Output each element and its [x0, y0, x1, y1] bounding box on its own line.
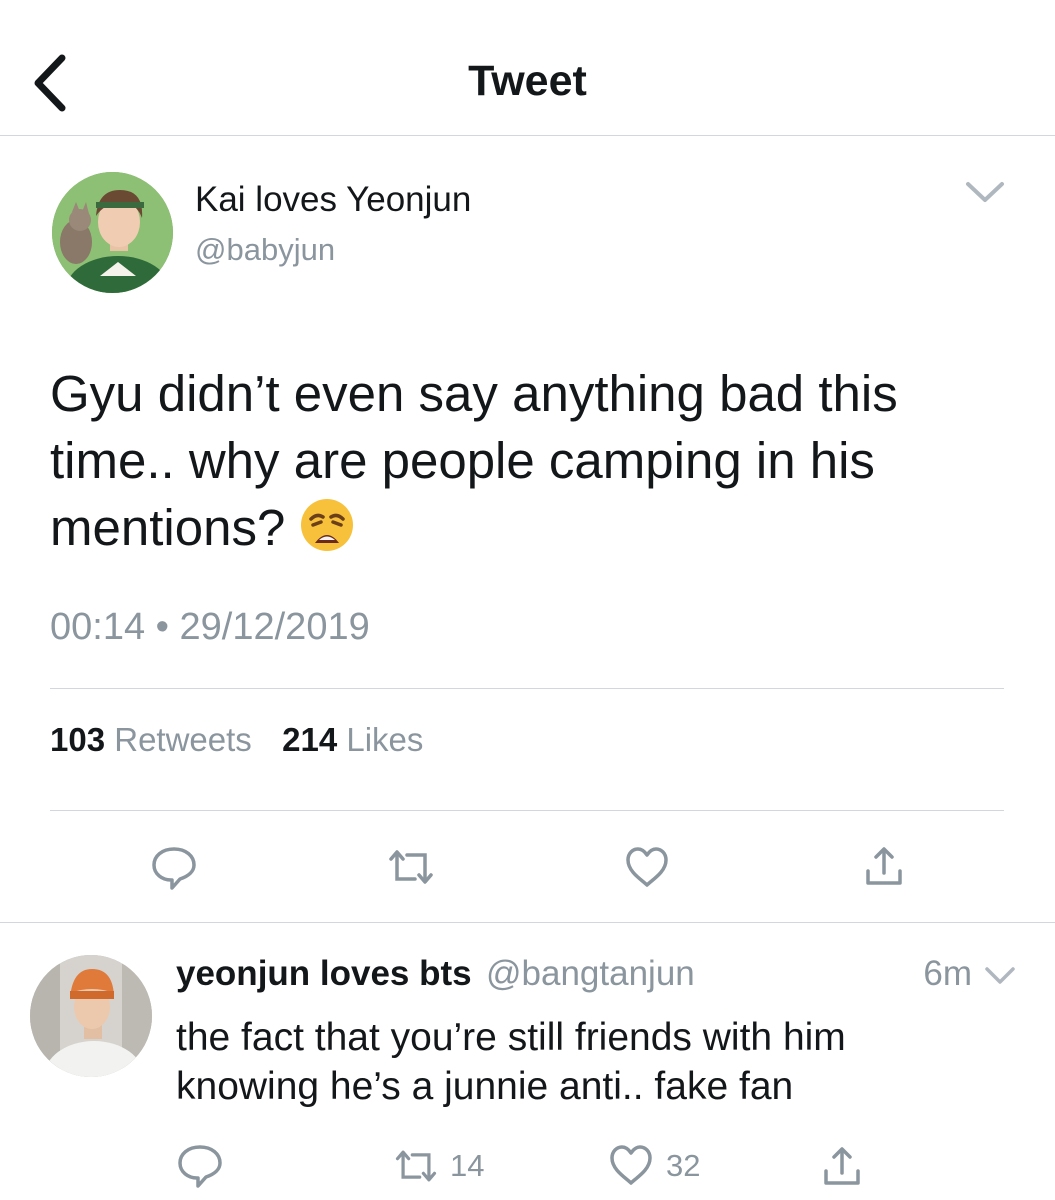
reply-like-button[interactable]	[608, 1143, 654, 1187]
likes-stat[interactable]: 214 Likes	[282, 721, 423, 758]
share-icon	[824, 1147, 860, 1185]
author-avatar[interactable]	[52, 172, 173, 293]
tweet-timestamp: 00:14 • 29/12/2019	[50, 604, 370, 650]
reply-author-handle[interactable]: @bangtanjun	[486, 952, 695, 996]
tweet-date: 29/12/2019	[179, 606, 370, 648]
retweet-button[interactable]	[385, 845, 437, 889]
reply-options-button[interactable]	[980, 958, 1020, 992]
reply-share-button[interactable]	[820, 1145, 864, 1189]
stats-bottom-divider	[50, 810, 1004, 811]
header-divider	[0, 135, 1055, 136]
stats-top-divider	[50, 688, 1004, 689]
reply-divider	[0, 922, 1055, 923]
avatar-photo	[52, 172, 173, 293]
tweet-stats: 103 Retweets 214 Likes	[50, 718, 423, 762]
retweet-icon	[389, 850, 433, 884]
reply-retweet-count: 14	[450, 1148, 485, 1183]
tweet-options-button[interactable]	[960, 172, 1010, 212]
heart-icon	[626, 847, 668, 887]
reply-author-avatar[interactable]	[30, 955, 152, 1077]
page-title: Tweet	[468, 57, 587, 105]
reply-text: the fact that you’re still friends with …	[176, 1016, 846, 1108]
retweet-icon	[395, 1150, 437, 1182]
author-handle[interactable]: @babyjun	[195, 232, 335, 268]
retweets-label: Retweets	[114, 721, 252, 758]
retweets-stat[interactable]: 103 Retweets	[50, 721, 252, 758]
chevron-down-icon	[966, 182, 1004, 202]
tweet-time: 00:14	[50, 606, 146, 648]
heart-icon	[610, 1145, 652, 1185]
avatar-photo	[30, 955, 152, 1077]
reply-retweet-button[interactable]	[392, 1145, 440, 1187]
reply-button[interactable]	[150, 845, 198, 891]
share-button[interactable]	[862, 845, 906, 889]
like-button[interactable]	[624, 845, 670, 889]
reply-author-name[interactable]: yeonjun loves bts	[176, 952, 472, 996]
tweet-body: Gyu didn’t even say anything bad this ti…	[50, 365, 898, 556]
likes-label: Likes	[346, 721, 424, 758]
retweets-count: 103	[50, 721, 106, 758]
reply-time: 6m	[923, 954, 972, 993]
chevron-down-icon	[985, 967, 1015, 984]
reply-like-count: 32	[666, 1148, 701, 1183]
weary-face-emoji: 😩	[299, 497, 355, 569]
tweet-text: Gyu didn’t even say anything bad this ti…	[50, 360, 1010, 569]
reply-reply-button[interactable]	[176, 1143, 224, 1189]
likes-count: 214	[282, 721, 338, 758]
reply-icon	[152, 847, 196, 890]
timestamp-separator: •	[155, 606, 169, 648]
author-display-name[interactable]: Kai loves Yeonjun	[195, 180, 471, 220]
share-icon	[866, 847, 902, 885]
reply-icon	[178, 1145, 222, 1188]
